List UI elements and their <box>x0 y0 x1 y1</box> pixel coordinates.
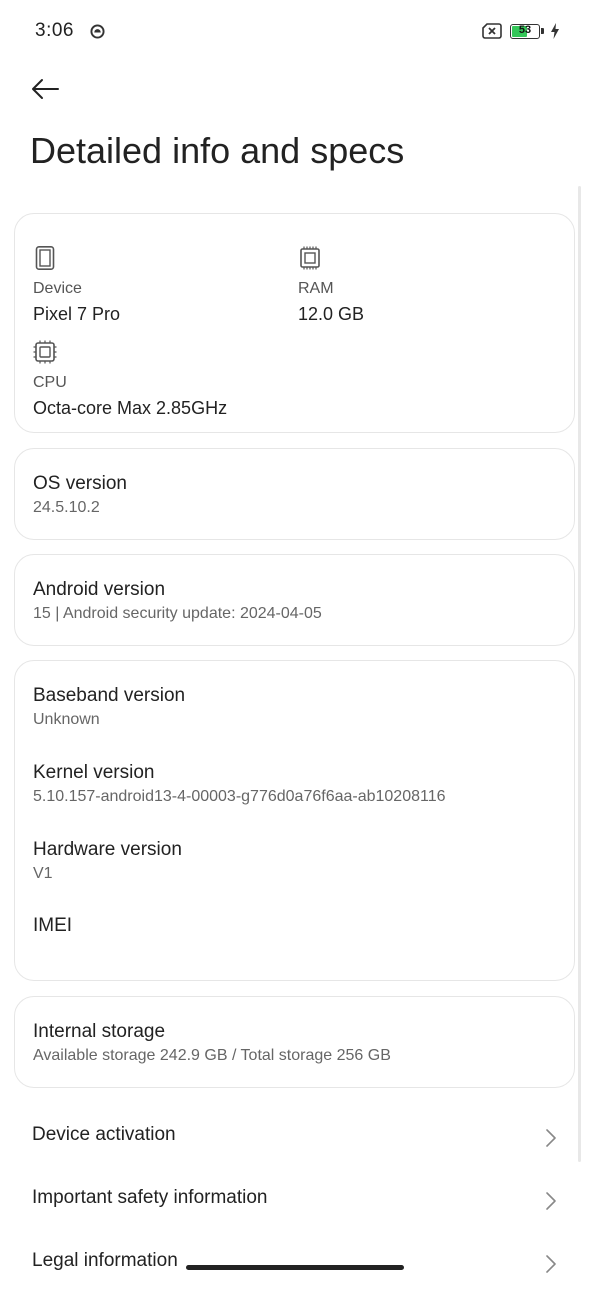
page-title: Detailed info and specs <box>30 130 405 171</box>
home-indicator[interactable] <box>186 1265 404 1270</box>
nav-label: Device activation <box>32 1124 176 1145</box>
hardware-title: Hardware version <box>33 839 182 860</box>
details-card: Baseband version Unknown Kernel version … <box>14 660 575 981</box>
back-arrow-icon <box>32 79 59 99</box>
specs-card: Device Pixel 7 Pro RAM 12.0 GB CPU Octa-… <box>14 213 575 433</box>
device-value: Pixel 7 Pro <box>33 304 121 324</box>
os-version-card[interactable]: OS version 24.5.10.2 <box>14 448 575 540</box>
notification-icon <box>90 24 105 39</box>
kernel-value: 5.10.157-android13-4-00003-g776d0a76f6aa… <box>33 788 446 805</box>
internal-storage-value: Available storage 242.9 GB / Total stora… <box>33 1047 391 1064</box>
status-time: 3:06 <box>35 20 74 41</box>
os-version-title: OS version <box>33 473 127 494</box>
cpu-value: Octa-core Max 2.85GHz <box>33 398 228 418</box>
nav-label: Important safety information <box>32 1187 268 1208</box>
device-spec: Device Pixel 7 Pro <box>33 246 120 325</box>
no-sim-icon <box>482 23 502 39</box>
cpu-label: CPU <box>33 374 67 391</box>
chevron-right-icon <box>546 1192 556 1210</box>
hardware-value: V1 <box>33 865 53 882</box>
os-version-value: 24.5.10.2 <box>33 499 100 516</box>
ram-value: 12.0 GB <box>298 304 365 324</box>
nav-label: Legal information <box>32 1250 178 1271</box>
nav-important-safety-information[interactable]: Important safety information <box>0 1171 590 1231</box>
ram-spec: RAM 12.0 GB <box>298 246 364 325</box>
chevron-right-icon <box>546 1129 556 1147</box>
android-version-title: Android version <box>33 579 166 600</box>
battery-icon: 53 <box>510 23 540 39</box>
cpu-spec: CPU Octa-core Max 2.85GHz <box>33 340 227 419</box>
battery-level: 53 <box>518 23 532 36</box>
cpu-icon <box>33 340 57 364</box>
memory-chip-icon <box>300 246 320 270</box>
android-version-card[interactable]: Android version 15 | Android security up… <box>14 554 575 646</box>
back-button[interactable] <box>28 72 62 106</box>
status-icons: 53 <box>482 23 560 39</box>
imei-title[interactable]: IMEI <box>33 915 72 937</box>
kernel-title: Kernel version <box>33 762 155 783</box>
android-version-value: 15 | Android security update: 2024-04-05 <box>33 605 322 622</box>
ram-label: RAM <box>298 280 334 297</box>
phone-icon <box>35 246 55 270</box>
charging-icon <box>551 23 559 39</box>
chevron-right-icon <box>546 1255 556 1273</box>
device-label: Device <box>33 280 82 297</box>
scrollbar[interactable] <box>578 186 581 1162</box>
internal-storage-card[interactable]: Internal storage Available storage 242.9… <box>14 996 575 1088</box>
baseband-value: Unknown <box>33 711 100 728</box>
status-bar: 3:06 53 <box>0 0 590 62</box>
nav-device-activation[interactable]: Device activation <box>0 1108 590 1168</box>
internal-storage-title: Internal storage <box>33 1021 166 1042</box>
baseband-title: Baseband version <box>33 685 186 706</box>
nav-legal-information[interactable]: Legal information <box>0 1234 590 1294</box>
